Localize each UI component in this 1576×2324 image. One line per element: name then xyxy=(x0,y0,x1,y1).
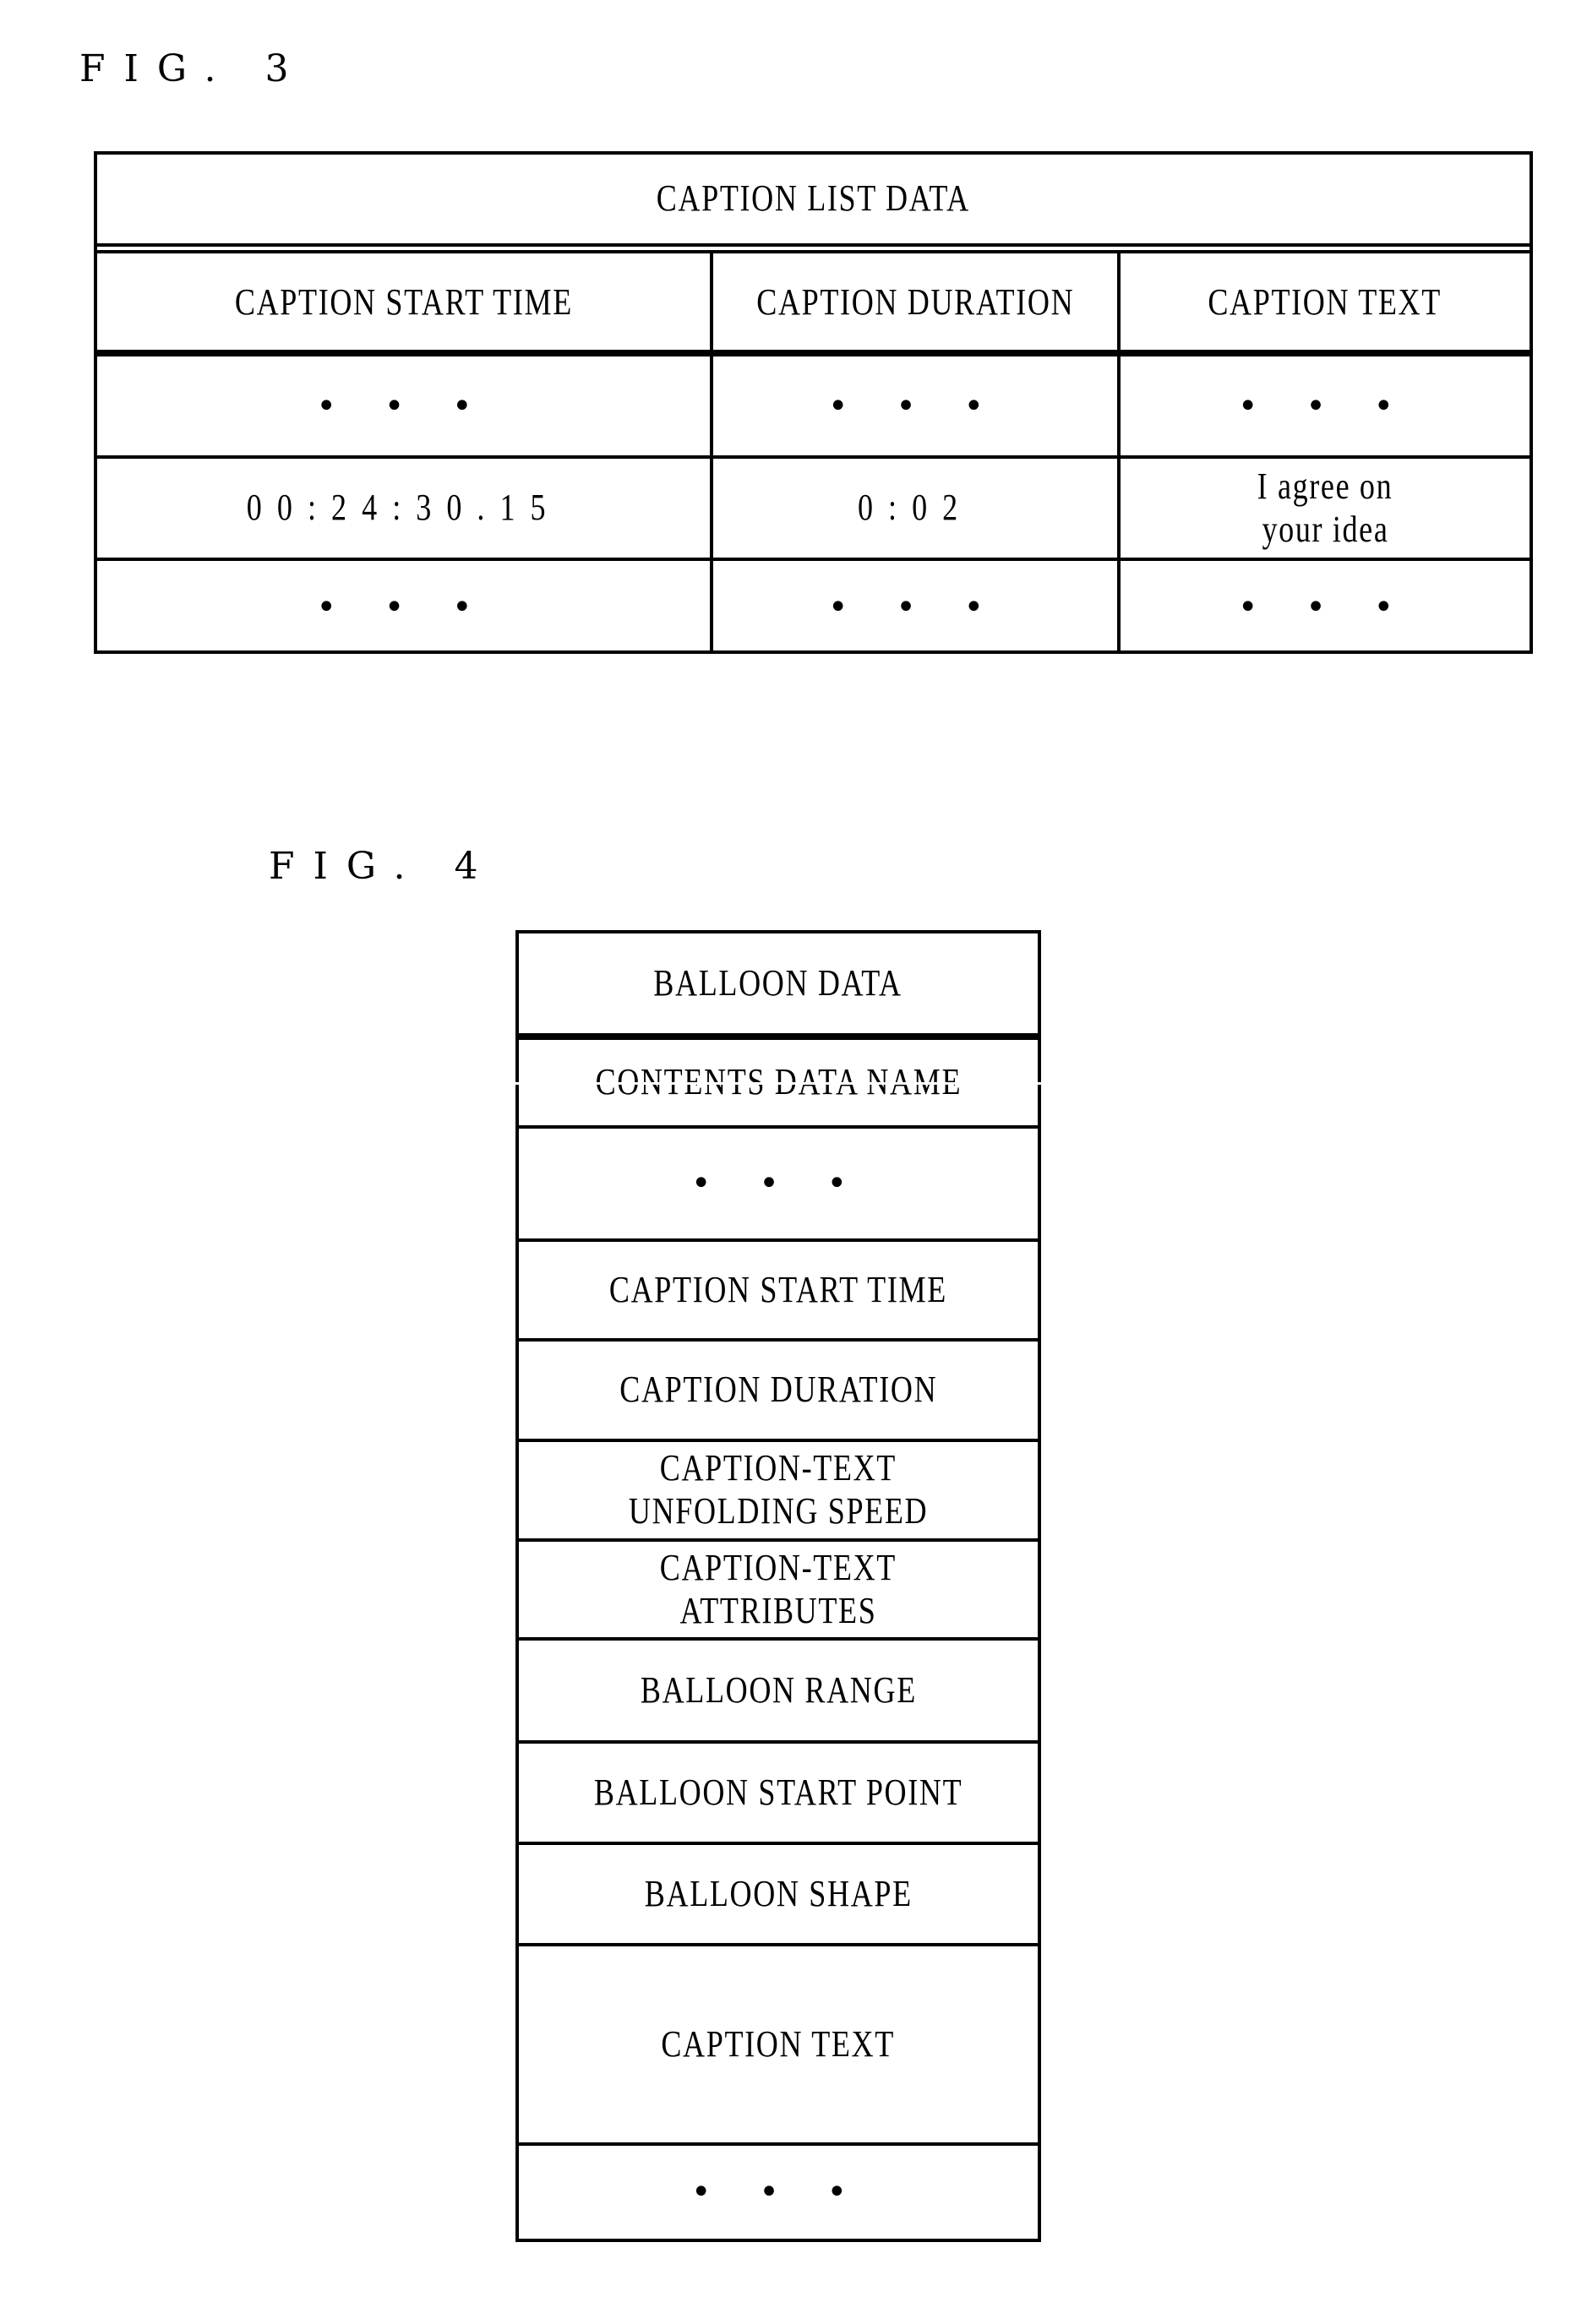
double-divider-top xyxy=(97,243,1530,247)
table-row-3-caption-text: • • • xyxy=(1121,561,1530,654)
figure-3-label: FIG. 3 xyxy=(79,47,308,90)
field-caption-start-time: CAPTION START TIME xyxy=(519,1242,1038,1338)
field-label: CAPTION DURATION xyxy=(619,1369,938,1411)
ellipsis-dots: • • • xyxy=(690,1164,866,1203)
table-title: CAPTION LIST DATA xyxy=(656,177,971,220)
field-label-line-2: ATTRIBUTES xyxy=(679,1589,877,1631)
column-header-duration: CAPTION DURATION xyxy=(713,253,1117,351)
field-label: CAPTION START TIME xyxy=(608,1268,947,1310)
balloon-data-title: BALLOON DATA xyxy=(653,961,903,1004)
header-divider-thick xyxy=(97,350,1530,356)
ellipsis-dots: • • • xyxy=(827,588,1003,627)
table-row-2-duration: 0:02 xyxy=(713,459,1117,558)
field-balloon-shape: BALLOON SHAPE xyxy=(519,1845,1038,1943)
field-label: BALLOON START POINT xyxy=(593,1771,963,1813)
column-header-label: CAPTION DURATION xyxy=(755,280,1075,323)
caption-duration-value: 0:02 xyxy=(857,487,973,529)
ellipsis-dots: • • • xyxy=(827,386,1003,426)
table-row-3-duration: • • • xyxy=(713,561,1117,654)
column-header-start-time: CAPTION START TIME xyxy=(97,253,710,351)
field-label: BALLOON RANGE xyxy=(640,1668,917,1711)
balloon-data-structure: BALLOON DATA CONTENTS DATA NAME • • • CA… xyxy=(514,930,1043,2242)
field-balloon-start-point: BALLOON START POINT xyxy=(519,1744,1038,1842)
field-caption-text: CAPTION TEXT xyxy=(519,1946,1038,2142)
field-caption-duration: CAPTION DURATION xyxy=(519,1342,1038,1439)
title-divider-thick xyxy=(519,1033,1038,1040)
balloon-data-title-cell: BALLOON DATA xyxy=(519,933,1038,1033)
field-label-line-1: CAPTION-TEXT xyxy=(659,1447,897,1489)
ellipsis-dots: • • • xyxy=(316,386,491,426)
table-title-cell: CAPTION LIST DATA xyxy=(97,155,1530,243)
field-balloon-range: BALLOON RANGE xyxy=(519,1641,1038,1740)
column-header-label: CAPTION TEXT xyxy=(1208,280,1442,323)
scan-artifact xyxy=(514,1082,1043,1085)
ellipsis-dots: • • • xyxy=(316,588,491,627)
field-label: BALLOON SHAPE xyxy=(644,1872,913,1914)
field-label-line-2: UNFOLDING SPEED xyxy=(628,1490,929,1532)
caption-text-line-2: your idea xyxy=(1261,508,1389,550)
ellipsis-dots: • • • xyxy=(1237,386,1413,426)
column-header-label: CAPTION START TIME xyxy=(234,280,573,323)
field-ellipsis-top: • • • xyxy=(519,1129,1038,1238)
table-row-1-duration: • • • xyxy=(713,356,1117,455)
table-row-3-start-time: • • • xyxy=(97,561,710,654)
field-caption-text-attributes: CAPTION-TEXT ATTRIBUTES xyxy=(519,1542,1038,1637)
field-label-line-1: CAPTION-TEXT xyxy=(659,1546,897,1588)
field-label: CAPTION TEXT xyxy=(661,2022,896,2065)
table-row-1-caption-text: • • • xyxy=(1121,356,1530,455)
caption-text-line-1: I agree on xyxy=(1257,465,1393,507)
column-header-caption-text: CAPTION TEXT xyxy=(1121,253,1530,351)
ellipsis-dots: • • • xyxy=(690,2173,866,2212)
table-row-1-start-time: • • • xyxy=(97,356,710,455)
table-row-2-start-time: 00:24:30.15 xyxy=(97,459,710,558)
table-row-2-caption-text: I agree on your idea xyxy=(1121,459,1530,558)
field-caption-text-unfolding-speed: CAPTION-TEXT UNFOLDING SPEED xyxy=(519,1442,1038,1538)
caption-start-time-value: 00:24:30.15 xyxy=(246,487,561,529)
caption-list-data-table: CAPTION LIST DATA CAPTION START TIME CAP… xyxy=(94,151,1533,654)
ellipsis-dots: • • • xyxy=(1237,588,1413,627)
field-ellipsis-bottom: • • • xyxy=(519,2146,1038,2239)
figure-4-label: FIG. 4 xyxy=(269,845,497,888)
